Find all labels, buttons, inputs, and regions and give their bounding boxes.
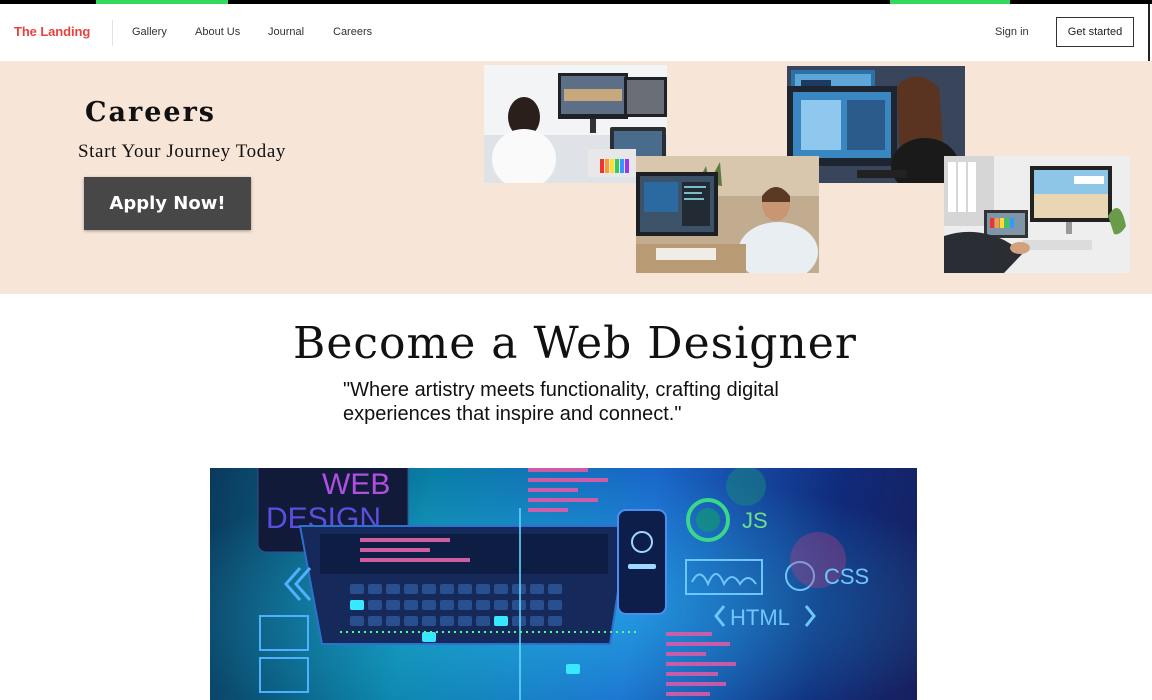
banner-heading-word: WEB (322, 468, 390, 501)
banner-tag-js: JS (742, 508, 768, 533)
banner-tag-css: CSS (824, 564, 869, 589)
hero-section: Careers Start Your Journey Today Apply N… (0, 61, 1152, 294)
banner-tag-html: HTML (730, 605, 790, 630)
photo-illustration (636, 156, 819, 273)
sign-in-link[interactable]: Sign in (995, 26, 1029, 38)
photo-illustration (944, 156, 1130, 273)
web-design-banner: WEB DESIGN JS CSS HTML (210, 468, 917, 700)
photo-designer-at-desk (636, 156, 819, 273)
nav-link-careers[interactable]: Careers (333, 26, 372, 38)
web-design-illustration: WEB DESIGN JS CSS HTML (210, 468, 917, 700)
nav-link-gallery[interactable]: Gallery (132, 26, 167, 38)
get-started-button[interactable]: Get started (1056, 17, 1134, 47)
nav-divider (112, 20, 113, 46)
photo-designer-workstation (944, 156, 1130, 273)
apply-now-button[interactable]: Apply Now! (84, 177, 251, 230)
main-title: Become a Web Designer (293, 318, 857, 369)
navbar: The Landing Gallery About Us Journal Car… (0, 4, 1150, 61)
site-logo[interactable]: The Landing (14, 24, 90, 39)
main-quote: "Where artistry meets functionality, cra… (343, 379, 779, 425)
hero-title: Careers (85, 97, 216, 128)
nav-link-journal[interactable]: Journal (268, 26, 304, 38)
hero-subtitle: Start Your Journey Today (78, 141, 286, 162)
nav-link-about-us[interactable]: About Us (195, 26, 240, 38)
